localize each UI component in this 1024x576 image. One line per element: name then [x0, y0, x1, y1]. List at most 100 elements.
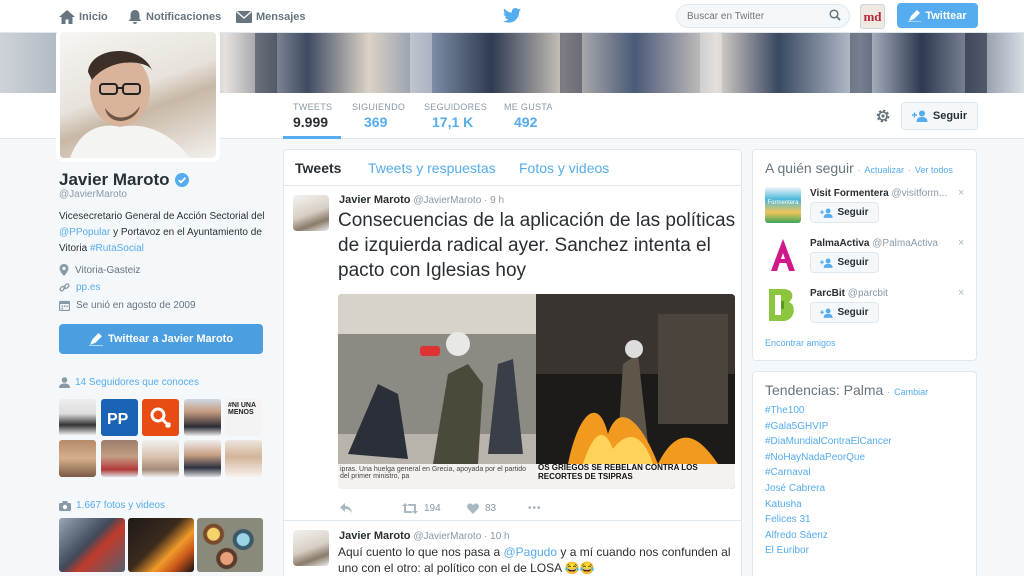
tweet-mention-link[interactable]: @Pagudo: [503, 545, 557, 559]
suggestion-name[interactable]: PalmaActiva @PalmaActiva: [810, 238, 938, 249]
followers-you-know-text: 14 Seguidores que conoces: [75, 377, 199, 388]
follower-avatar[interactable]: [59, 399, 96, 436]
active-tab-underline: [283, 136, 341, 139]
profile-name[interactable]: Javier Maroto: [59, 170, 189, 190]
trend-item[interactable]: Katusha: [765, 499, 802, 510]
follower-avatar[interactable]: [225, 440, 262, 477]
tweet-item[interactable]: Javier Maroto @JavierMaroto · 10 h Aquí …: [284, 521, 741, 576]
follow-button-label: Seguir: [932, 110, 968, 122]
twitter-bird-logo-icon[interactable]: [503, 8, 521, 23]
like-action[interactable]: 83: [467, 503, 496, 514]
suggestion-follow-button[interactable]: Seguir: [810, 252, 879, 273]
trend-item[interactable]: #The100: [765, 405, 804, 416]
trend-item[interactable]: El Euribor: [765, 545, 809, 556]
follower-avatar[interactable]: [142, 440, 179, 477]
envelope-icon: [236, 10, 252, 23]
dismiss-suggestion-button[interactable]: ×: [958, 187, 964, 199]
person-icon: [59, 377, 70, 388]
tweet-author-avatar[interactable]: [293, 195, 329, 231]
tweet-author-name[interactable]: Javier Maroto: [339, 194, 411, 206]
followers-you-know-link[interactable]: 14 Seguidores que conoces: [59, 377, 199, 388]
photos-videos-link[interactable]: 1.667 fotos y videos: [59, 500, 165, 511]
stat-following-value: 369: [364, 114, 388, 130]
retweet-action[interactable]: 194: [402, 503, 441, 514]
trend-item[interactable]: #Gala5GHVIP: [765, 421, 828, 432]
dismiss-suggestion-button[interactable]: ×: [958, 237, 964, 249]
refresh-suggestions-link[interactable]: Actualizar: [865, 165, 905, 175]
trend-item[interactable]: #NoHayNadaPeorQue: [765, 452, 865, 463]
group-logo-icon: [150, 407, 171, 428]
trend-item[interactable]: #Carnaval: [765, 467, 811, 478]
stat-followers[interactable]: SEGUIDORES 17,1 K: [424, 93, 487, 139]
retweet-count: 194: [424, 503, 441, 514]
search-input[interactable]: [676, 4, 850, 28]
nav-messages[interactable]: Mensajes: [236, 0, 306, 33]
follower-avatar[interactable]: [184, 440, 221, 477]
trend-item[interactable]: #DiaMundialContraElCancer: [765, 436, 892, 447]
suggestion-avatar[interactable]: Formentera: [765, 187, 801, 223]
tweet-timestamp[interactable]: · 9 h: [484, 195, 504, 206]
follower-avatar[interactable]: #NI UNA MENOS: [225, 399, 262, 436]
media-thumbnail[interactable]: [59, 518, 125, 572]
follower-avatar[interactable]: PP: [101, 399, 138, 436]
trends-title: Tendencias: Palma · Cambiar: [765, 382, 928, 398]
suggestion-avatar[interactable]: [765, 287, 801, 323]
suggestion-name[interactable]: Visit Formentera @visitform...: [810, 188, 947, 199]
dismiss-suggestion-button[interactable]: ×: [958, 287, 964, 299]
media-thumbnail[interactable]: [128, 518, 194, 572]
stat-followers-label: SEGUIDORES: [424, 102, 488, 112]
profile-avatar[interactable]: [56, 28, 220, 162]
tweet-author-name[interactable]: Javier Maroto: [339, 530, 411, 542]
tweet-timestamp[interactable]: · 10 h: [484, 531, 510, 542]
tweet-to-user-button[interactable]: Twittear a Javier Maroto: [59, 324, 263, 354]
tweet-text: Consecuencias de la aplicación de las po…: [338, 210, 736, 281]
trend-item[interactable]: Alfredo Sáenz: [765, 530, 828, 541]
bio-hashtag-link[interactable]: #RutaSocial: [90, 243, 144, 254]
suggestion-follow-label: Seguir: [837, 307, 869, 318]
compose-tweet-button[interactable]: Twittear: [897, 3, 978, 28]
retweet-icon: [402, 503, 418, 514]
home-icon: [59, 9, 75, 24]
stat-likes[interactable]: ME GUSTA 492: [504, 93, 553, 139]
suggestion-name[interactable]: ParcBit @parcbit: [810, 288, 888, 299]
more-actions-button[interactable]: •••: [528, 503, 542, 514]
change-trends-location-link[interactable]: Cambiar: [894, 387, 928, 397]
bio-mention-link[interactable]: @PPopular: [59, 227, 110, 238]
suggestion-display-name: ParcBit: [810, 288, 846, 299]
follow-button[interactable]: Seguir: [901, 102, 978, 130]
profile-website[interactable]: pp.es: [59, 282, 100, 293]
tweet-text: Aquí cuento lo que nos pasa a @Pagudo y …: [338, 544, 738, 576]
follower-avatar[interactable]: [184, 399, 221, 436]
media-thumbnail[interactable]: [197, 518, 263, 572]
tweet-author-avatar[interactable]: [293, 530, 329, 566]
stat-tweets[interactable]: TWEETS 9.999: [283, 93, 341, 139]
follower-avatar[interactable]: [59, 440, 96, 477]
view-all-link[interactable]: Ver todos: [915, 165, 953, 175]
reply-action[interactable]: [340, 503, 358, 513]
trend-item[interactable]: José Cabrera: [765, 483, 825, 494]
user-avatar[interactable]: md: [860, 4, 885, 29]
compose-icon: [88, 332, 103, 346]
trend-item[interactable]: Felices 31: [765, 514, 811, 525]
suggestion-follow-button[interactable]: Seguir: [810, 202, 879, 223]
add-user-icon: [820, 308, 834, 318]
trends-card: Tendencias: Palma · Cambiar #The100 #Gal…: [752, 371, 977, 576]
tweet-item[interactable]: Javier Maroto @JavierMaroto · 9 h Consec…: [284, 186, 741, 521]
suggestion-handle: @PalmaActiva: [872, 238, 938, 249]
gear-icon[interactable]: [875, 108, 891, 124]
tab-tweets[interactable]: Tweets: [295, 160, 341, 176]
suggestion-follow-button[interactable]: Seguir: [810, 302, 879, 323]
tab-tweets-and-replies[interactable]: Tweets y respuestas: [368, 160, 496, 176]
suggestion-avatar[interactable]: [765, 237, 801, 273]
nav-messages-label: Mensajes: [256, 10, 306, 23]
profile-website-link[interactable]: pp.es: [76, 282, 100, 293]
stat-following[interactable]: SIGUIENDO 369: [352, 93, 405, 139]
follower-avatar[interactable]: [142, 399, 179, 436]
stat-tweets-label: TWEETS: [293, 102, 333, 112]
search-icon[interactable]: [829, 9, 841, 21]
profile-location: Vitoria-Gasteiz: [59, 264, 140, 276]
follower-avatar[interactable]: [101, 440, 138, 477]
tweet-media-image[interactable]: ipras. Una huelga general en Grecia, apo…: [338, 294, 735, 489]
tab-photos-videos[interactable]: Fotos y videos: [519, 160, 609, 176]
find-friends-link[interactable]: Encontrar amigos: [765, 338, 836, 348]
